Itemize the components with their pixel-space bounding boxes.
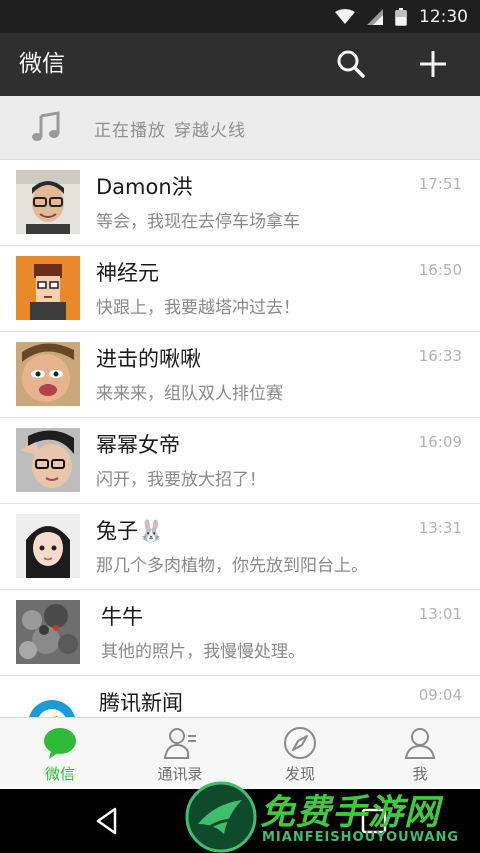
chat-bubble-icon	[44, 728, 76, 759]
search-button[interactable]	[333, 46, 369, 82]
signal-icon	[367, 8, 383, 25]
chat-name: 神经元	[96, 261, 159, 285]
chat-preview: 那几个多肉植物，你先放到阳台上。	[96, 556, 368, 576]
battery-icon	[395, 7, 407, 26]
chat-name: 幂幂女帝	[96, 433, 180, 457]
avatar	[16, 428, 80, 492]
chat-time: 16:33	[418, 347, 462, 365]
search-icon	[337, 50, 365, 78]
music-note-icon	[32, 111, 60, 141]
chat-time: 16:09	[418, 433, 462, 451]
watermark-title: 免费手游网	[260, 793, 441, 833]
chat-name: 兔子🐰	[96, 519, 165, 543]
avatar	[16, 256, 80, 320]
compass-icon	[284, 727, 316, 759]
watermark-subtitle: MIANFEISHOUYOUWANG	[262, 830, 460, 845]
app-bar: 微信	[0, 33, 480, 96]
chat-row-damon[interactable]: Damon洪 等会，我现在去停车场拿车 17:51	[0, 160, 480, 246]
status-icons: 12:30	[335, 0, 468, 33]
wifi-icon	[335, 8, 355, 24]
chat-time: 13:31	[418, 519, 462, 537]
chat-row-tencent-news[interactable]: 腾讯新闻 09:04	[0, 676, 480, 717]
now-playing-label: 正在播放	[94, 121, 166, 141]
status-bar: 12:30	[0, 0, 480, 33]
chat-preview: 来来来，组队双人排位赛	[96, 384, 283, 404]
tab-bar: 微信 通讯录 发现 我	[0, 717, 480, 789]
app-title: 微信	[19, 51, 65, 77]
chat-preview: 等会，我现在去停车场拿车	[96, 212, 300, 232]
back-button[interactable]	[90, 803, 126, 839]
chat-time: 13:01	[418, 605, 462, 623]
chat-preview: 其他的照片，我慢慢处理。	[101, 642, 305, 662]
chat-name: 腾讯新闻	[99, 691, 183, 715]
chat-row-shenjingyuan[interactable]: 神经元 快跟上，我要越塔冲过去！ 16:50	[0, 246, 480, 332]
chat-name: 牛牛	[101, 605, 143, 629]
tab-label: 微信	[44, 765, 75, 783]
tab-chats[interactable]: 微信	[0, 718, 120, 790]
person-icon	[404, 728, 436, 759]
now-playing-text: 正在播放 穿越火线	[94, 116, 246, 141]
chat-preview: 闪开，我要放大招了！	[96, 470, 266, 490]
add-button[interactable]	[415, 46, 451, 82]
back-icon	[96, 807, 117, 835]
chat-time: 09:04	[418, 686, 462, 704]
status-time: 12:30	[419, 6, 468, 27]
avatar	[16, 170, 80, 234]
plus-icon	[420, 51, 446, 77]
site-watermark: 免费手游网 MIANFEISHOUYOUWANG	[182, 780, 478, 853]
chat-time: 17:51	[418, 175, 462, 193]
chat-list: Damon洪 等会，我现在去停车场拿车 17:51 神经元 快跟上，我要越塔冲过…	[0, 160, 480, 717]
watermark-logo-icon	[185, 781, 257, 853]
now-playing-banner[interactable]: 正在播放 穿越火线	[0, 96, 480, 160]
chat-row-jiujiu[interactable]: 进击的啾啾 来来来，组队双人排位赛 16:33	[0, 332, 480, 418]
avatar	[16, 342, 80, 406]
avatar	[16, 514, 80, 578]
chat-name: 进击的啾啾	[96, 347, 201, 371]
chat-row-mimi[interactable]: 幂幂女帝 闪开，我要放大招了！ 16:09	[0, 418, 480, 504]
chat-name: Damon洪	[96, 175, 193, 199]
avatar	[20, 686, 84, 717]
contacts-icon	[163, 728, 196, 759]
avatar	[16, 600, 80, 664]
chat-preview: 快跟上，我要越塔冲过去！	[96, 298, 300, 318]
chat-row-niuniu[interactable]: 牛牛 其他的照片，我慢慢处理。 13:01	[0, 590, 480, 676]
now-playing-song: 穿越火线	[174, 121, 246, 141]
chat-time: 16:50	[418, 261, 462, 279]
chat-row-tuzi[interactable]: 兔子🐰 那几个多肉植物，你先放到阳台上。 13:31	[0, 504, 480, 590]
